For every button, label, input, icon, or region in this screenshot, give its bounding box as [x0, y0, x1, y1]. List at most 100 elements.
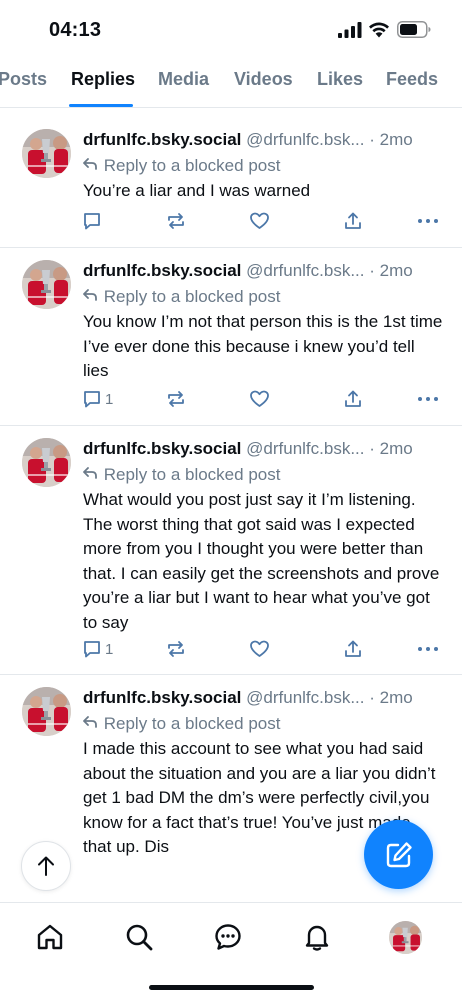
- post-actions: 1: [82, 639, 442, 663]
- post-item[interactable]: drfunlfc.bsky.social @drfunlfc.bsk... · …: [0, 115, 462, 248]
- reply-arrow-icon: [83, 158, 97, 170]
- post-header: drfunlfc.bsky.social @drfunlfc.bsk... · …: [83, 439, 448, 459]
- speech-bubble-icon: [84, 213, 100, 230]
- handle[interactable]: @drfunlfc.bsk...: [246, 261, 364, 280]
- post-time: · 2mo: [369, 130, 413, 149]
- speech-bubble-icon: [84, 391, 100, 408]
- repost-arrows-icon: [168, 641, 184, 657]
- repost-button[interactable]: [166, 389, 186, 409]
- share-button[interactable]: [343, 211, 363, 231]
- reply-to-label: Reply to a blocked post: [103, 287, 281, 306]
- more-options-button[interactable]: [417, 639, 439, 659]
- share-upload-icon: [345, 640, 361, 657]
- reply-count: 1: [105, 390, 114, 408]
- scroll-to-top-button[interactable]: [21, 841, 71, 891]
- repost-button[interactable]: [166, 211, 186, 231]
- more-options-button[interactable]: [417, 211, 439, 231]
- post-time: · 2mo: [369, 439, 413, 458]
- share-button[interactable]: [343, 639, 363, 659]
- repost-button[interactable]: [166, 639, 186, 659]
- avatar[interactable]: [22, 260, 71, 309]
- reply-button[interactable]: [82, 211, 105, 231]
- reply-arrow-icon: [83, 467, 97, 479]
- post-text: What would you post just say it I’m list…: [83, 490, 440, 632]
- reply-to-label: Reply to a blocked post: [103, 465, 281, 484]
- share-button[interactable]: [343, 389, 363, 409]
- more-options-button[interactable]: [417, 389, 439, 409]
- tab-videos[interactable]: Videos: [234, 69, 293, 90]
- chat-icon: [215, 924, 241, 950]
- post-time: · 2mo: [369, 688, 413, 707]
- reply-to-line[interactable]: Reply to a blocked post: [83, 156, 280, 176]
- display-name[interactable]: drfunlfc.bsky.social: [83, 261, 241, 280]
- handle[interactable]: @drfunlfc.bsk...: [246, 439, 364, 458]
- profile-avatar: [388, 920, 422, 954]
- avatar[interactable]: [22, 438, 71, 487]
- active-tab-indicator: [69, 104, 133, 107]
- ellipsis-icon: [418, 219, 438, 223]
- avatar[interactable]: [22, 687, 71, 736]
- like-button[interactable]: [249, 639, 270, 659]
- home-icon: [37, 924, 63, 950]
- like-button[interactable]: [249, 211, 270, 231]
- reply-to-line[interactable]: Reply to a blocked post: [83, 465, 280, 485]
- reply-arrow-icon: [83, 289, 97, 301]
- post-actions: [82, 211, 442, 235]
- status-bar: 04:13: [0, 0, 462, 58]
- tab-media[interactable]: Media: [158, 69, 209, 90]
- tab-likes[interactable]: Likes: [317, 69, 363, 90]
- arrow-up-icon: [38, 856, 54, 876]
- home-indicator: [149, 985, 314, 990]
- ellipsis-icon: [418, 647, 438, 651]
- nav-home[interactable]: [32, 919, 68, 955]
- tab-posts[interactable]: Posts: [0, 69, 47, 90]
- tab-replies[interactable]: Replies: [71, 69, 135, 90]
- profile-tabs: Posts Replies Media Videos Likes Feeds: [0, 58, 462, 108]
- share-upload-icon: [345, 212, 361, 229]
- status-time: 04:13: [49, 19, 102, 41]
- reply-to-label: Reply to a blocked post: [103, 156, 281, 175]
- post-item[interactable]: drfunlfc.bsky.social @drfunlfc.bsk... · …: [0, 426, 462, 675]
- search-icon: [126, 924, 153, 951]
- post-header: drfunlfc.bsky.social @drfunlfc.bsk... · …: [83, 261, 448, 281]
- display-name[interactable]: drfunlfc.bsky.social: [83, 688, 241, 707]
- nav-search[interactable]: [121, 919, 157, 955]
- post-header: drfunlfc.bsky.social @drfunlfc.bsk... · …: [83, 688, 448, 708]
- avatar[interactable]: [22, 129, 71, 178]
- handle[interactable]: @drfunlfc.bsk...: [246, 130, 364, 149]
- repost-arrows-icon: [168, 391, 184, 407]
- tab-feeds[interactable]: Feeds: [386, 69, 438, 90]
- post-time: · 2mo: [369, 261, 413, 280]
- display-name[interactable]: drfunlfc.bsky.social: [83, 439, 241, 458]
- post-text: You know I’m not that person this is the…: [83, 312, 443, 380]
- reply-count: 1: [105, 640, 114, 658]
- reply-to-line[interactable]: Reply to a blocked post: [83, 714, 280, 734]
- post-header: drfunlfc.bsky.social @drfunlfc.bsk... · …: [83, 130, 448, 150]
- like-button[interactable]: [249, 389, 270, 409]
- reply-arrow-icon: [83, 716, 97, 728]
- reply-to-line[interactable]: Reply to a blocked post: [83, 287, 280, 307]
- speech-bubble-icon: [84, 641, 100, 658]
- bell-icon: [305, 925, 329, 951]
- handle[interactable]: @drfunlfc.bsk...: [246, 688, 364, 707]
- display-name[interactable]: drfunlfc.bsky.social: [83, 130, 241, 149]
- cellular-signal-icon: [338, 22, 362, 38]
- ellipsis-icon: [418, 397, 438, 401]
- heart-icon: [250, 640, 269, 657]
- wifi-icon: [369, 22, 389, 38]
- post-text: You’re a liar and I was warned: [83, 181, 311, 200]
- nav-notifications[interactable]: [299, 919, 335, 955]
- heart-icon: [250, 390, 269, 407]
- battery-icon: [397, 21, 431, 38]
- compose-post-button[interactable]: [364, 820, 433, 889]
- share-upload-icon: [345, 390, 361, 407]
- post-actions: 1: [82, 389, 442, 413]
- heart-icon: [250, 212, 269, 229]
- repost-arrows-icon: [168, 213, 184, 229]
- reply-button[interactable]: 1: [82, 389, 113, 409]
- nav-chat[interactable]: [210, 919, 246, 955]
- reply-button[interactable]: 1: [82, 639, 113, 659]
- reply-to-label: Reply to a blocked post: [103, 714, 281, 733]
- nav-profile[interactable]: [387, 919, 423, 955]
- post-item[interactable]: drfunlfc.bsky.social @drfunlfc.bsk... · …: [0, 248, 462, 426]
